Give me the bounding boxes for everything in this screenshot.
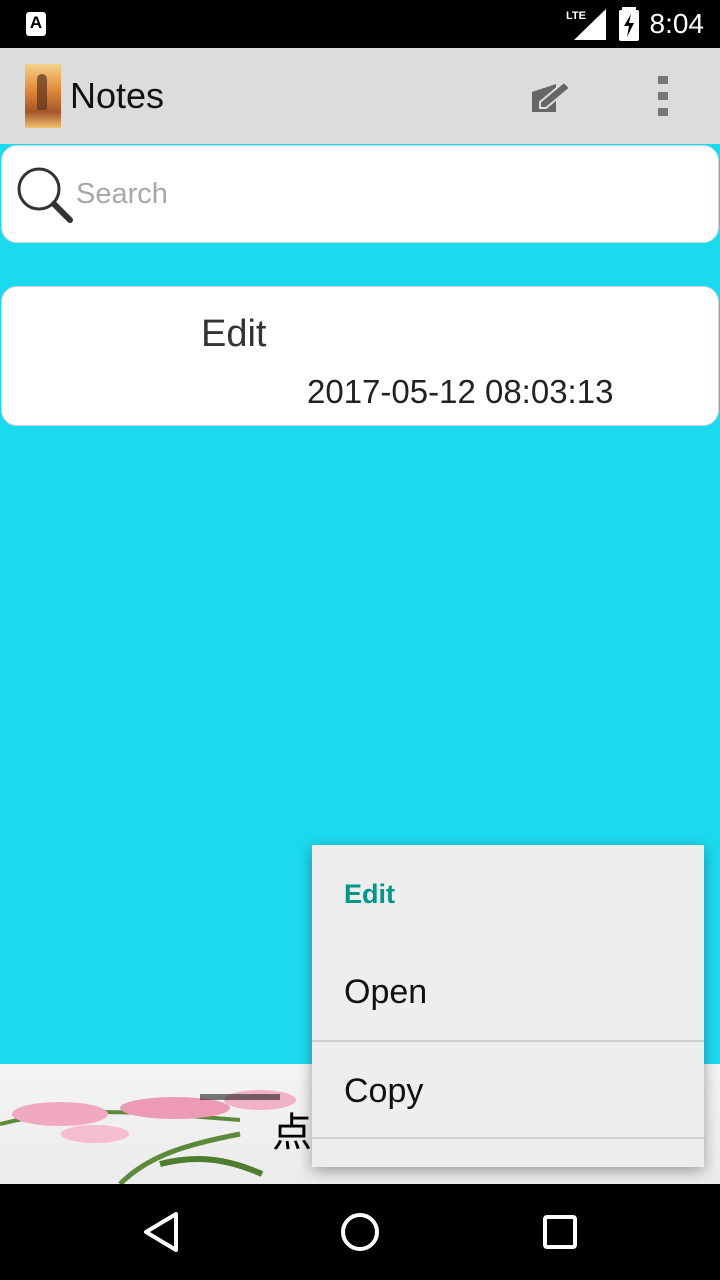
note-title: Edit: [201, 313, 267, 355]
lte-signal-icon: LTE: [566, 9, 606, 40]
home-button[interactable]: [332, 1204, 388, 1260]
home-icon: [341, 1213, 379, 1251]
action-bar: Notes: [0, 48, 720, 144]
context-menu: Edit Open Copy: [312, 845, 704, 1167]
menu-item-open[interactable]: Open: [312, 943, 704, 1041]
search-input[interactable]: [74, 168, 678, 220]
menu-item-label: Open: [344, 973, 428, 1011]
compose-button[interactable]: [526, 72, 574, 120]
overflow-menu-button[interactable]: [640, 72, 688, 120]
search-icon: [17, 167, 73, 223]
menu-item-label: Copy: [344, 1072, 424, 1110]
compose-icon: [532, 80, 572, 112]
note-list-item[interactable]: Edit 2017-05-12 08:03:13: [1, 286, 719, 426]
recents-icon: [543, 1215, 577, 1249]
battery-charging-icon: [618, 7, 639, 41]
context-menu-title: Edit: [344, 879, 395, 909]
back-icon: [144, 1212, 178, 1252]
menu-divider: [312, 1137, 704, 1139]
back-button[interactable]: [132, 1204, 188, 1260]
note-date: 2017-05-12 08:03:13: [307, 373, 614, 410]
clock: 8:04: [649, 8, 705, 39]
notification-app-icon: A: [26, 12, 46, 36]
app-title: Notes: [70, 75, 165, 116]
network-type-label: LTE: [566, 10, 586, 22]
status-bar: A LTE 8:04: [0, 0, 720, 48]
status-icons: LTE 8:04: [564, 0, 705, 48]
navigation-bar: [0, 1184, 720, 1280]
search-box[interactable]: [1, 145, 719, 243]
overflow-menu-icon: [658, 76, 668, 116]
app-logo-icon: [25, 64, 61, 128]
recents-button[interactable]: [532, 1204, 588, 1260]
banner-text: 点: [272, 1111, 312, 1155]
menu-item-copy[interactable]: Copy: [312, 1042, 704, 1140]
